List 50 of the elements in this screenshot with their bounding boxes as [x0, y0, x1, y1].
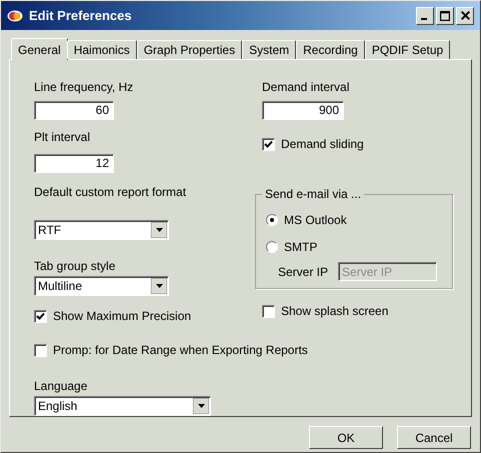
- minimize-icon: [421, 18, 427, 20]
- tab[interactable]: Recording: [296, 40, 365, 59]
- checkmark-icon: [36, 312, 45, 320]
- dropdown-value: Multiline: [37, 278, 82, 295]
- checkbox-label: Promp: for Date Range when Exporting Reports: [53, 342, 308, 359]
- field-label: Line frequency, Hz: [34, 80, 134, 94]
- dropdown-arrow-icon[interactable]: [193, 398, 209, 414]
- number-field[interactable]: 900: [262, 100, 344, 120]
- checkbox[interactable]: [34, 310, 47, 322]
- field-label: Default custom report format: [34, 185, 186, 199]
- field-label: Plt interval: [34, 130, 90, 144]
- close-icon: [460, 11, 470, 20]
- radio-button[interactable]: [266, 241, 278, 253]
- close-button[interactable]: [456, 6, 474, 24]
- tab[interactable]: PQDIF Setup: [364, 40, 450, 59]
- checkbox-label: Show splash screen: [281, 303, 388, 320]
- radio-label: MS Outlook: [284, 212, 347, 229]
- dialog-button[interactable]: Cancel: [397, 426, 471, 449]
- checkmark-icon: [264, 140, 273, 148]
- dropdown-value: RTF: [37, 222, 62, 239]
- tab[interactable]: Graph Properties: [136, 40, 242, 59]
- field-label: Server IP: [278, 264, 328, 278]
- window-title: Edit Preferences: [29, 6, 132, 25]
- tab[interactable]: Haimonics: [66, 40, 137, 59]
- radio-button[interactable]: [266, 214, 278, 226]
- checkbox-label: Show Maximum Precision: [53, 308, 192, 325]
- dropdown[interactable]: English: [34, 396, 211, 416]
- dropdown-arrow-icon[interactable]: [151, 278, 167, 294]
- app-logo-icon: [7, 10, 23, 22]
- checkbox[interactable]: [262, 304, 275, 318]
- dropdown[interactable]: RTF: [34, 220, 169, 240]
- dropdown-value: English: [37, 398, 78, 415]
- number-field[interactable]: 60: [34, 100, 114, 120]
- maximize-button[interactable]: [436, 6, 454, 24]
- checkbox[interactable]: [262, 138, 275, 150]
- field-label: Tab group style: [34, 259, 116, 273]
- minimize-button[interactable]: [416, 6, 434, 24]
- number-field[interactable]: 12: [34, 154, 114, 172]
- checkbox[interactable]: [34, 344, 47, 356]
- dropdown[interactable]: Multiline: [34, 276, 169, 296]
- tab[interactable]: General: [11, 38, 68, 60]
- maximize-icon: [440, 10, 450, 20]
- field-label: Demand interval: [262, 80, 350, 94]
- dropdown-arrow-icon[interactable]: [151, 222, 167, 238]
- dialog-button[interactable]: OK: [309, 426, 383, 449]
- tab[interactable]: System: [242, 40, 296, 59]
- field-label: Language: [34, 379, 88, 393]
- radio-label: SMTP: [284, 239, 318, 256]
- group-title: Send e-mail via ...: [264, 186, 362, 203]
- checkbox-label: Demand sliding: [281, 136, 364, 153]
